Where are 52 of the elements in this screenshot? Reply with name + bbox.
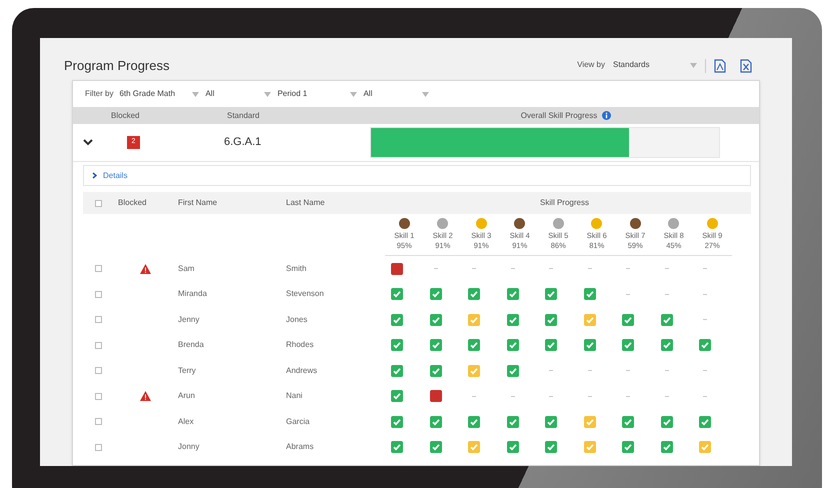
select-all-checkbox[interactable] [95,200,102,206]
filter-dropdown[interactable]: All [363,88,430,100]
row-checkbox[interactable] [95,418,102,426]
last-name-cell-text: Garcia [286,416,311,428]
row-checkbox[interactable] [95,392,102,400]
column-header: Standard [227,110,260,122]
dropdown-caret-icon [264,92,272,96]
first-name-cell-text: Jenny [178,314,200,326]
first-name-cell-text: Alex [178,416,195,428]
dropdown-caret-icon [690,62,697,68]
pdf-export-icon[interactable] [714,59,726,73]
chevron-down-icon[interactable] [83,139,93,146]
column-header: Skill Progress [539,197,590,209]
filter-dropdown[interactable]: All [205,88,272,100]
chevron-right-icon [92,172,97,179]
page-title: Program Progress [64,56,170,75]
last-name-cell-text: Stevenson [286,288,325,300]
view-by-dropdown[interactable]: Standards [613,59,697,71]
row-checkbox[interactable] [95,316,102,324]
row-checkbox[interactable] [95,342,102,349]
column-header: Last Name [286,197,326,209]
first-name-cell-text: Jonny [178,441,200,454]
first-name-cell-text: Sam [178,262,196,275]
last-name-cell-text: Smith [286,262,308,275]
first-name-cell-text: Arun [178,390,196,402]
column-header: Overall Skill Progress [373,110,759,122]
first-name-cell-text: Terry [178,364,197,377]
first-name-cell-text: Brenda [178,339,205,352]
last-name-cell-text: Andrews [286,364,318,377]
view-by-label: View by [577,59,605,71]
column-header: Blocked [111,110,140,122]
column-header: Blocked [118,197,148,209]
info-icon[interactable] [602,111,612,120]
dropdown-caret-icon [192,92,200,96]
filter-label: Filter by [85,88,114,100]
excel-export-icon[interactable] [740,59,752,73]
first-name-cell-text: Miranda [178,288,208,300]
last-name-cell-text: Abrams [286,441,315,454]
row-checkbox[interactable] [95,367,102,374]
details-link[interactable]: Details [92,170,128,182]
column-header: First Name [178,197,218,209]
row-checkbox[interactable] [95,290,102,298]
last-name-cell-text: Jones [286,314,308,326]
dropdown-caret-icon [350,92,358,96]
last-name-cell-text: Rhodes [286,339,315,352]
last-name-cell-text: Nani [286,390,304,402]
row-checkbox[interactable] [95,265,102,272]
filter-dropdown[interactable]: 6th Grade Math [119,88,200,100]
row-checkbox[interactable] [95,444,102,451]
dropdown-caret-icon [422,92,430,96]
filter-dropdown[interactable]: Period 1 [277,88,358,100]
standard-code: 6.G.A.1 [224,135,262,150]
